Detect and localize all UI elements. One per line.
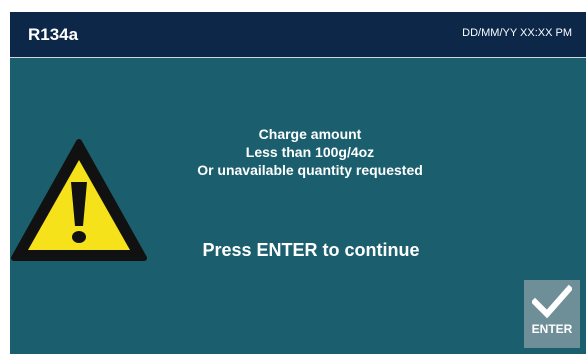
datetime-display: DD/MM/YY XX:XX PM	[462, 27, 572, 39]
display-screen: R134a DD/MM/YY XX:XX PM Charge amount Le…	[10, 12, 586, 354]
message-line-charge-amount: Charge amount	[258, 126, 362, 142]
checkmark-icon	[532, 284, 572, 318]
message-block: Charge amount Less than 100g/4oz Or unav…	[155, 125, 465, 179]
continue-prompt: Press ENTER to continue	[202, 240, 420, 260]
enter-button-label: ENTER	[531, 322, 573, 336]
warning-triangle-icon	[11, 139, 147, 261]
message-line-less-than: Less than 100g/4oz	[245, 144, 375, 160]
refrigerant-title: R134a	[28, 25, 79, 44]
message-line-unavailable: Or unavailable quantity requested	[197, 162, 423, 178]
header-bar: R134a DD/MM/YY XX:XX PM	[10, 12, 586, 58]
enter-button[interactable]: ENTER	[524, 280, 580, 348]
